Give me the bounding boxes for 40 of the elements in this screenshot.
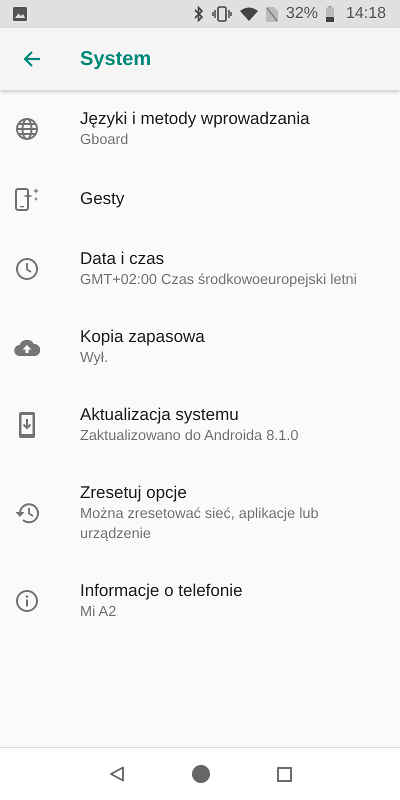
info-icon bbox=[15, 589, 39, 613]
back-icon[interactable] bbox=[108, 766, 124, 782]
item-summary: Można zresetować sieć, aplikacje lub urządzenie bbox=[80, 505, 320, 544]
item-title: Zresetuj opcje bbox=[80, 482, 188, 504]
battery-icon bbox=[326, 6, 334, 22]
image-icon bbox=[13, 7, 27, 21]
item-title: Gesty bbox=[80, 188, 124, 210]
settings-item[interactable]: Zresetuj opcje Można zresetować sieć, aplikacje lub urządzenie bbox=[0, 464, 400, 562]
settings-item[interactable]: Data i czas GMT+02:00 Czas środkowoeuropejski letni bbox=[0, 230, 400, 308]
back-arrow-icon[interactable] bbox=[23, 50, 41, 68]
battery-percent: 32% bbox=[286, 5, 318, 23]
history-icon bbox=[14, 501, 40, 525]
clock-time: 14:18 bbox=[346, 5, 386, 23]
item-summary: GMT+02:00 Czas środkowoeuropejski letni bbox=[80, 271, 357, 290]
item-summary: Zaktualizowano do Androida 8.1.0 bbox=[80, 427, 298, 446]
no-sim-icon bbox=[266, 6, 278, 22]
item-title: Aktualizacja systemu bbox=[80, 404, 240, 426]
page-title: System bbox=[80, 48, 152, 70]
settings-item[interactable]: Aktualizacja systemu Zaktualizowano do Androida 8.1.0 bbox=[0, 386, 400, 464]
vibrate-icon bbox=[212, 6, 232, 22]
wifi-icon bbox=[240, 7, 258, 21]
phone-sparkle-icon bbox=[14, 186, 40, 212]
clock-icon bbox=[15, 257, 39, 281]
bluetooth-icon bbox=[194, 6, 204, 22]
settings-item[interactable]: Kopia zapasowa Wył. bbox=[0, 308, 400, 386]
settings-item[interactable]: Języki i metody wprowadzania Gboard bbox=[0, 90, 400, 168]
settings-item[interactable]: Informacje o telefonie Mi A2 bbox=[0, 562, 400, 640]
item-title: Kopia zapasowa bbox=[80, 326, 205, 348]
settings-item[interactable]: Gesty bbox=[0, 168, 400, 230]
cloud-upload-icon bbox=[14, 338, 40, 356]
item-title: Informacje o telefonie bbox=[80, 580, 243, 602]
item-title: Data i czas bbox=[80, 248, 166, 270]
item-summary: Gboard bbox=[80, 131, 130, 150]
phone-download-icon bbox=[19, 412, 35, 438]
item-summary: Wył. bbox=[80, 349, 110, 368]
recents-icon[interactable] bbox=[276, 766, 292, 782]
item-summary: Mi A2 bbox=[80, 603, 118, 622]
globe-icon bbox=[15, 117, 39, 141]
item-title: Języki i metody wprowadzania bbox=[80, 108, 310, 130]
home-icon[interactable] bbox=[192, 765, 210, 783]
